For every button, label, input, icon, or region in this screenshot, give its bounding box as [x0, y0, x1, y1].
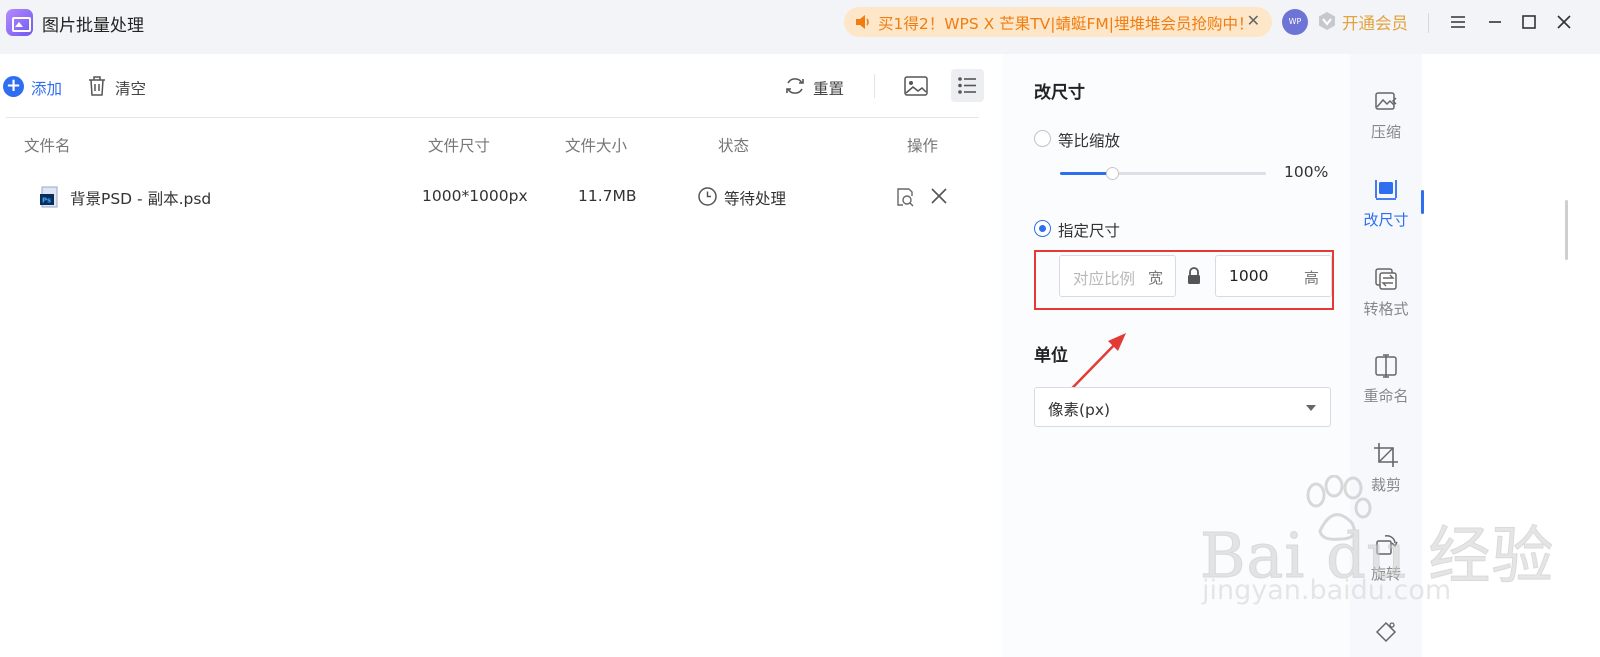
- nav-rename-label: 重命名: [1363, 387, 1409, 405]
- nav-resize[interactable]: 改尺寸: [1352, 177, 1420, 257]
- minimize-icon[interactable]: [1484, 11, 1506, 33]
- rename-icon: [1375, 354, 1397, 378]
- resize-title: 改尺寸: [1034, 83, 1085, 103]
- nav-rename[interactable]: 重命名: [1352, 353, 1420, 433]
- scale-slider-thumb[interactable]: [1105, 167, 1119, 180]
- compress-icon: [1375, 92, 1397, 110]
- promo-text: 买1得2！WPS X 芒果TV|蜻蜓FM|埋堆堆会员抢购中！: [878, 15, 1254, 33]
- image-view-icon[interactable]: [901, 71, 931, 101]
- watermark: Bai du 经验 jingyan.baidu.com: [1199, 475, 1554, 615]
- height-value: 1000: [1229, 267, 1269, 285]
- nav-convert-label: 转格式: [1363, 300, 1409, 318]
- header-status: 状态: [718, 137, 750, 155]
- crop-icon: [1374, 443, 1398, 467]
- scale-value: 100%: [1284, 163, 1329, 181]
- nav-more[interactable]: [1352, 620, 1420, 657]
- nav-compress-label: 压缩: [1370, 123, 1401, 141]
- list-view-button[interactable]: [951, 69, 984, 102]
- resize-icon: [1375, 180, 1397, 200]
- row-status: 等待处理: [724, 190, 787, 208]
- close-window-icon[interactable]: [1553, 11, 1575, 33]
- header-filename: 文件名: [24, 137, 71, 155]
- width-placeholder: 对应比例: [1073, 270, 1136, 288]
- toolbar: + 添加 清空 重置: [0, 54, 1000, 118]
- header-dimensions: 文件尺寸: [428, 137, 491, 155]
- header-filesize: 文件大小: [565, 137, 628, 155]
- add-icon[interactable]: +: [3, 76, 24, 97]
- scrollbar[interactable]: [1565, 200, 1568, 260]
- clock-icon: [698, 187, 717, 206]
- row-filename: 背景PSD - 副本.psd: [70, 190, 212, 208]
- unit-select[interactable]: 像素(px): [1034, 387, 1331, 427]
- app-title: 图片批量处理: [42, 16, 144, 36]
- lock-icon[interactable]: [1186, 266, 1202, 286]
- vip-button[interactable]: 开通会员: [1342, 10, 1408, 34]
- unit-title: 单位: [1034, 346, 1068, 366]
- fixed-size-radio-label[interactable]: 指定尺寸: [1058, 219, 1120, 241]
- width-input[interactable]: 对应比例 宽: [1059, 255, 1176, 297]
- preview-icon[interactable]: [893, 186, 915, 208]
- vip-icon: [1319, 12, 1335, 30]
- trash-icon[interactable]: [87, 75, 107, 97]
- fixed-size-radio[interactable]: [1034, 220, 1051, 237]
- height-unit: 高: [1303, 269, 1319, 287]
- nav-compress[interactable]: 压缩: [1352, 89, 1420, 169]
- scale-slider[interactable]: [1060, 167, 1266, 180]
- nav-active-indicator: [1421, 190, 1424, 214]
- remove-icon[interactable]: [929, 186, 949, 206]
- toolbar-separator: [874, 74, 875, 98]
- nav-resize-label: 改尺寸: [1363, 211, 1409, 229]
- height-input[interactable]: 1000 高: [1215, 255, 1332, 297]
- scale-radio[interactable]: [1034, 130, 1051, 147]
- row-dimensions: 1000*1000px: [422, 187, 528, 205]
- unit-select-value: 像素(px): [1048, 401, 1111, 419]
- reset-button[interactable]: 重置: [813, 77, 844, 99]
- row-filesize: 11.7MB: [578, 187, 637, 205]
- avatar[interactable]: WP: [1282, 9, 1308, 35]
- clear-button[interactable]: 清空: [115, 77, 146, 99]
- add-button[interactable]: 添加: [31, 77, 62, 99]
- chevron-down-icon: [1306, 405, 1316, 411]
- watermark-url: jingyan.baidu.com: [1202, 575, 1452, 606]
- close-icon[interactable]: ✕: [1247, 11, 1260, 30]
- app-logo-icon: [6, 9, 33, 36]
- width-unit: 宽: [1147, 269, 1163, 287]
- list-view-icon: [958, 77, 976, 94]
- maximize-icon[interactable]: [1518, 11, 1540, 33]
- flip-icon: [1375, 621, 1397, 643]
- menu-icon[interactable]: [1447, 11, 1469, 33]
- speaker-icon: [856, 15, 869, 29]
- header-actions: 操作: [907, 137, 939, 155]
- refresh-icon[interactable]: [784, 75, 806, 97]
- promo-banner[interactable]: 买1得2！WPS X 芒果TV|蜻蜓FM|埋堆堆会员抢购中！ ✕: [844, 7, 1272, 37]
- scale-radio-label[interactable]: 等比缩放: [1058, 129, 1120, 151]
- convert-icon: [1375, 268, 1397, 290]
- nav-convert[interactable]: 转格式: [1352, 266, 1420, 346]
- scale-slider-fill: [1060, 172, 1112, 175]
- title-separator: [1428, 13, 1429, 33]
- psd-file-icon: Ps: [40, 186, 58, 208]
- svg-text:Ps: Ps: [42, 197, 51, 205]
- toolbar-divider: [6, 117, 979, 118]
